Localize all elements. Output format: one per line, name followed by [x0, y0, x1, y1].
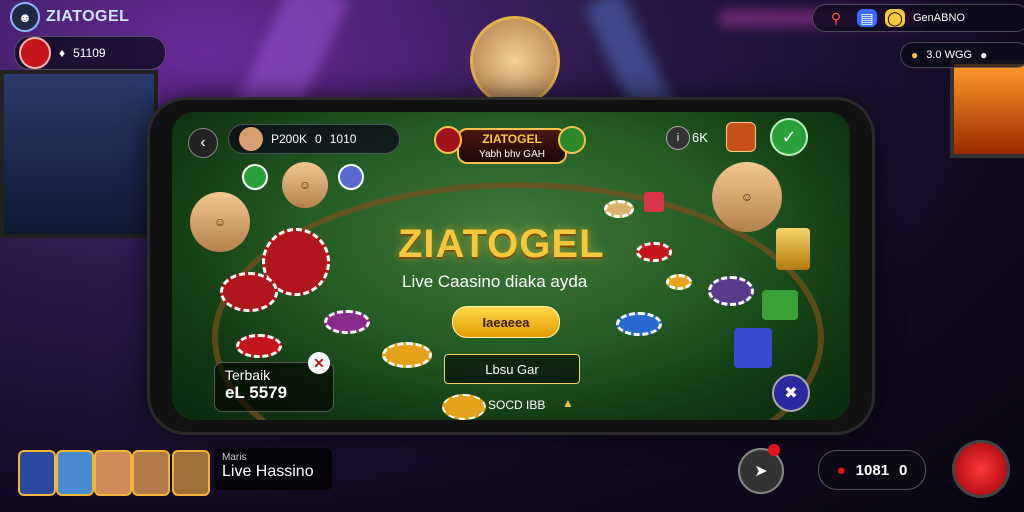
bottom-chip-label: SOCD IBB: [488, 398, 546, 412]
player-stats-bar: P200K 0 1010: [228, 124, 400, 154]
chip-stack-red-2: [220, 272, 278, 312]
player-right-avatar: ☺: [712, 162, 782, 232]
credits-icon: ●: [836, 461, 846, 479]
live-casino-card[interactable]: Maris Live Hassino: [214, 448, 332, 490]
live-casino-small: Maris: [222, 452, 247, 463]
credits-counter: ● 1081 0: [818, 450, 926, 490]
player-value-2: 0: [315, 132, 322, 146]
gold-card-icon: [776, 228, 810, 270]
chip-red-2: [636, 242, 672, 262]
green-chip-icon: [242, 164, 268, 190]
back-button[interactable]: ‹: [188, 128, 218, 158]
bottom-chip-icon: [442, 394, 486, 420]
notification-dot: [768, 444, 780, 456]
red-token-icon[interactable]: [434, 126, 462, 154]
coin-icon: ●: [911, 48, 919, 62]
game-tag-sub: Yabh bhv GAH: [479, 149, 545, 160]
secondary-button[interactable]: Lbsu Gar: [444, 354, 580, 384]
balance-bar[interactable]: ♦ 51109: [14, 36, 166, 70]
game-subtitle: Live Caasino diaka ayda: [402, 272, 588, 291]
top-right-label: GenABNO: [913, 12, 965, 24]
top-right-sub-value: 3.0 WGG: [926, 49, 973, 61]
chip-blue: [616, 312, 662, 336]
player-avatar: [239, 127, 263, 151]
diamond-icon: ♦: [59, 46, 66, 60]
top-right-toolbar: ⚲ ▤ ◯ GenABNO: [812, 4, 1024, 32]
orange-alert-icon[interactable]: [726, 122, 756, 152]
credits-suffix: 0: [899, 461, 908, 479]
chip-red: [236, 334, 282, 358]
dice-red: [644, 192, 664, 212]
chip-purple-2: [708, 276, 754, 306]
game-tile-2[interactable]: [56, 450, 94, 496]
balance-red-icon: [19, 37, 51, 69]
blue-chip-icon: [338, 164, 364, 190]
chip-purple: [324, 310, 370, 334]
background-monitor-right: [950, 60, 1024, 158]
chip-gold: [382, 342, 432, 368]
dice-green: [762, 290, 798, 320]
top-right-sub-bar: ● 3.0 WGG ●: [900, 42, 1024, 68]
phone-frame: ‹ P200K 0 1010 ZIATOGEL Yabh bhv GAH i 6…: [150, 100, 872, 432]
brand-name: ZIATOGEL: [46, 8, 130, 25]
game-tile-4[interactable]: [132, 450, 170, 496]
game-tile-3[interactable]: [94, 450, 132, 496]
player-left-avatar: ☺: [190, 192, 250, 252]
game-tag-title: ZIATOGEL: [482, 132, 542, 146]
dice-blue: [734, 328, 772, 368]
close-icon[interactable]: ✕: [308, 352, 330, 374]
chart-icon[interactable]: ▤: [857, 9, 877, 27]
chip-gold-2: [666, 274, 692, 290]
brand-logo-icon: ☻: [10, 2, 40, 32]
live-casino-title: Live Hassino: [222, 463, 314, 480]
chip-gold-small: [604, 200, 634, 218]
player-value-3: 1010: [329, 132, 357, 146]
dealer-avatar: [470, 16, 560, 106]
game-tile-1[interactable]: [18, 450, 56, 496]
tools-button[interactable]: ✖: [772, 374, 810, 412]
info-icon[interactable]: i: [666, 126, 690, 150]
play-button[interactable]: Iaeaeea: [452, 306, 560, 338]
arrow-up-icon: ▲: [562, 396, 574, 410]
player-value-1: P200K: [271, 132, 308, 146]
best-card-label: Terbaik: [225, 367, 271, 383]
wallet-icon[interactable]: ◯: [885, 9, 905, 27]
game-tag: ZIATOGEL Yabh bhv GAH: [457, 128, 567, 164]
settings-icon[interactable]: ●: [980, 48, 987, 62]
game-title: ZIATOGEL: [398, 222, 605, 266]
check-button[interactable]: ✓: [770, 118, 808, 156]
record-button[interactable]: [952, 440, 1010, 498]
brand-header: ☻ ZIATOGEL: [10, 2, 130, 32]
player-second-avatar: ☺: [282, 162, 328, 208]
game-tile-5[interactable]: [172, 450, 210, 496]
best-card-value: eL 5579: [225, 383, 288, 402]
game-screen: ‹ P200K 0 1010 ZIATOGEL Yabh bhv GAH i 6…: [172, 112, 850, 420]
green-token-icon[interactable]: [558, 126, 586, 154]
search-icon[interactable]: ⚲: [823, 5, 849, 31]
credits-value: 1081: [855, 461, 890, 479]
top-right-badge: 6K: [692, 130, 708, 145]
balance-value: 51109: [73, 46, 106, 60]
background-monitor-left: [0, 70, 158, 238]
